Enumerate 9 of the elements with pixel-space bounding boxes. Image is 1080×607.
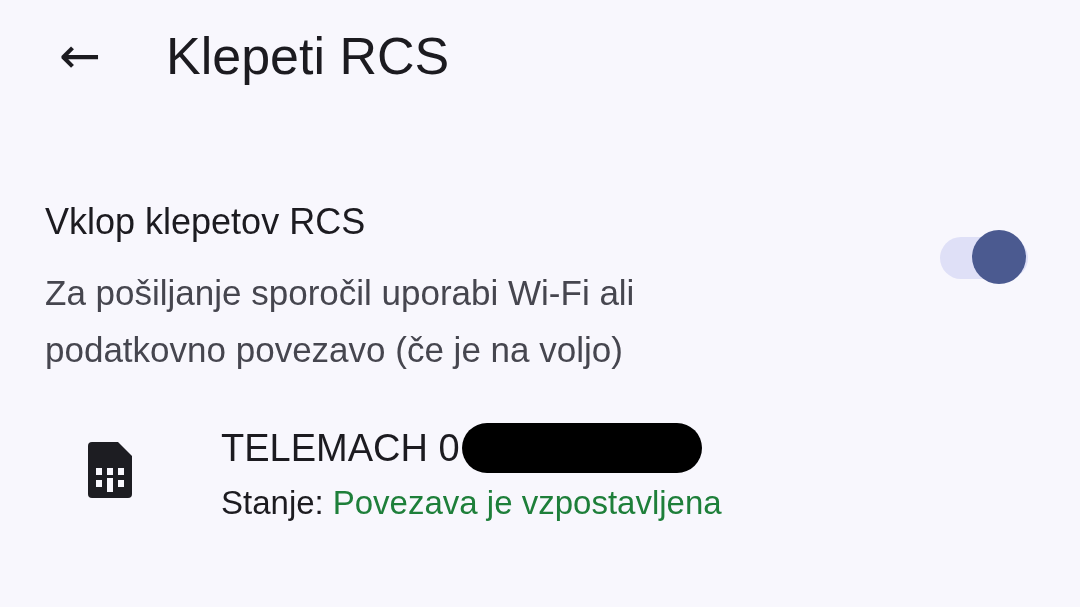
sim-name: TELEMACH 0 [221, 426, 460, 470]
sim-card-icon [88, 442, 132, 498]
status-value: Povezava je vzpostavljena [332, 484, 722, 522]
status-label: Stanje: [221, 484, 324, 522]
setting-title: Vklop klepetov RCS [45, 200, 367, 244]
setting-description: Za pošiljanje sporočil uporabi Wi-Fi ali podatkovno povezavo (če je na voljo) [45, 272, 636, 371]
screen-title: Klepeti RCS [166, 26, 450, 86]
back-button[interactable]: ← [40, 16, 120, 96]
toggle-switch[interactable] [940, 230, 1028, 286]
